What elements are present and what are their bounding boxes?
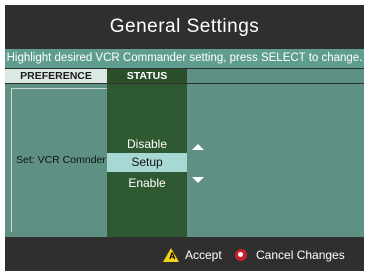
cancel-changes-button[interactable]: Cancel Changes <box>235 247 345 263</box>
status-option-enable[interactable]: Enable <box>107 174 187 193</box>
arrow-down-icon[interactable] <box>192 177 204 183</box>
accept-button[interactable]: A Accept <box>163 247 222 263</box>
preference-label-vcr-commander[interactable]: Set: VCR Comnder <box>16 154 106 166</box>
yellow-triangle-a-icon: A <box>163 248 179 262</box>
accept-label: Accept <box>185 248 222 262</box>
instruction-bar: Highlight desired VCR Commander setting,… <box>5 49 364 68</box>
arrow-up-icon[interactable] <box>192 144 204 150</box>
red-circle-icon <box>235 249 247 261</box>
cancel-changes-label: Cancel Changes <box>256 248 345 262</box>
preference-column-header: PREFERENCE <box>5 69 107 83</box>
status-option-setup-selected[interactable]: Setup <box>107 153 187 172</box>
status-column-header: STATUS <box>107 69 187 83</box>
status-option-disable[interactable]: Disable <box>107 135 187 154</box>
settings-screen: General Settings Highlight desired VCR C… <box>5 5 364 271</box>
page-title: General Settings <box>109 16 260 37</box>
